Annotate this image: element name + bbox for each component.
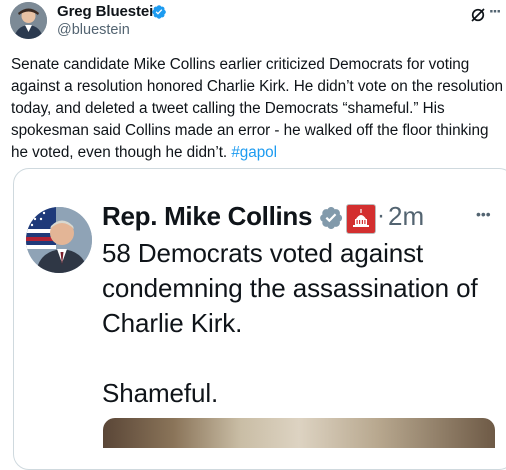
separator-dot: · (377, 202, 385, 229)
author-handle[interactable]: @bluestein (57, 22, 130, 38)
quoted-text-line: Shameful. (102, 378, 219, 408)
gray-verified-badge-icon (320, 207, 343, 229)
quoted-timestamp[interactable]: 2m (388, 201, 424, 232)
tweet-text: Senate candidate Mike Collins earlier cr… (11, 54, 503, 164)
author-avatar[interactable] (10, 2, 47, 39)
quoted-media-image[interactable] (103, 418, 495, 448)
verified-badge-icon (152, 5, 166, 19)
capitol-icon (346, 204, 376, 234)
quoted-author-avatar[interactable] (26, 207, 92, 273)
quoted-text-line: 58 Democrats voted against condemning th… (102, 238, 478, 338)
more-options-icon[interactable]: ··· (489, 2, 502, 22)
author-name[interactable]: Greg Bluestein (57, 3, 162, 20)
hashtag-link[interactable]: #gapol (231, 144, 277, 161)
quoted-author-name[interactable]: Rep. Mike Collins (102, 201, 312, 232)
profile-photo-icon (10, 2, 47, 39)
profile-photo-icon (26, 207, 92, 273)
quoted-tweet-text: 58 Democrats voted against condemning th… (102, 236, 502, 411)
grok-icon[interactable] (470, 7, 486, 23)
more-options-icon[interactable]: ••• (476, 206, 491, 222)
